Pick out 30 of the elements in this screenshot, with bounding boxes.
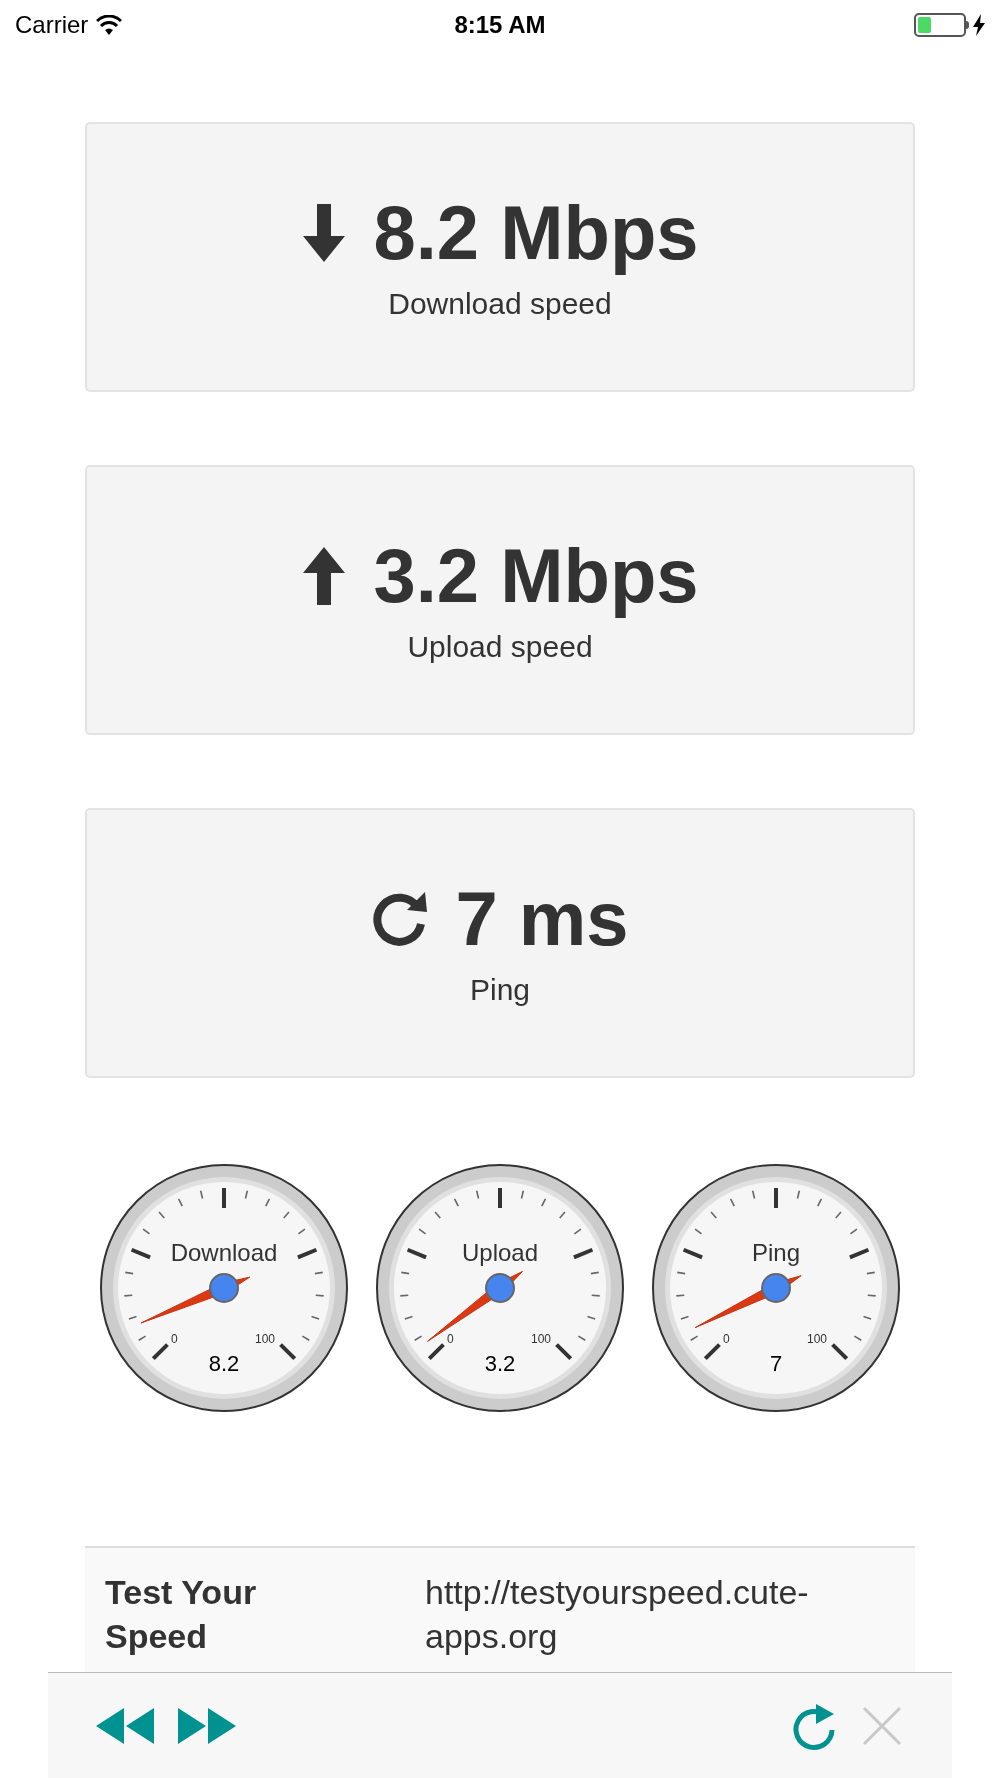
- refresh-icon: [371, 890, 430, 948]
- gauge-max-label: 100: [531, 1333, 552, 1345]
- speed-value: 7 ms: [455, 881, 629, 957]
- gauge-min-label: 0: [723, 1333, 730, 1345]
- status-time: 8:15 AM: [454, 10, 546, 40]
- gauge-reading: 7: [768, 1353, 784, 1375]
- fast-forward-icon: [178, 1707, 238, 1744]
- gauge-reading: 8.2: [207, 1353, 241, 1375]
- battery-icon: [914, 13, 969, 37]
- table-cell-text: http://testyourspeed.cute-apps.org: [425, 1572, 810, 1658]
- table-cell-text: Test Your Speed: [105, 1572, 258, 1658]
- gauge-min-label: 0: [447, 1333, 454, 1345]
- gauge-min-label: 0: [171, 1333, 178, 1345]
- close-icon: [862, 1705, 902, 1746]
- rewind-icon: [96, 1707, 156, 1744]
- speed-label: Download speed: [388, 289, 612, 319]
- gauge-label: Ping: [750, 1241, 801, 1265]
- speed-label: Ping: [469, 975, 530, 1005]
- carrier-name: Carrier: [15, 10, 89, 40]
- down-arrow-icon: [301, 204, 348, 262]
- up-arrow-icon: [301, 547, 348, 605]
- wifi-icon: [96, 15, 123, 35]
- gauge-label: Download: [169, 1241, 279, 1265]
- gauge-label: Upload: [460, 1241, 540, 1265]
- gauge-reading: 3.2: [483, 1353, 517, 1375]
- forward-button[interactable]: [178, 1705, 238, 1746]
- gauge-max-label: 100: [807, 1333, 828, 1345]
- speed-label: Upload speed: [407, 632, 593, 662]
- gauge-max-label: 100: [255, 1333, 276, 1345]
- back-button[interactable]: [96, 1705, 156, 1746]
